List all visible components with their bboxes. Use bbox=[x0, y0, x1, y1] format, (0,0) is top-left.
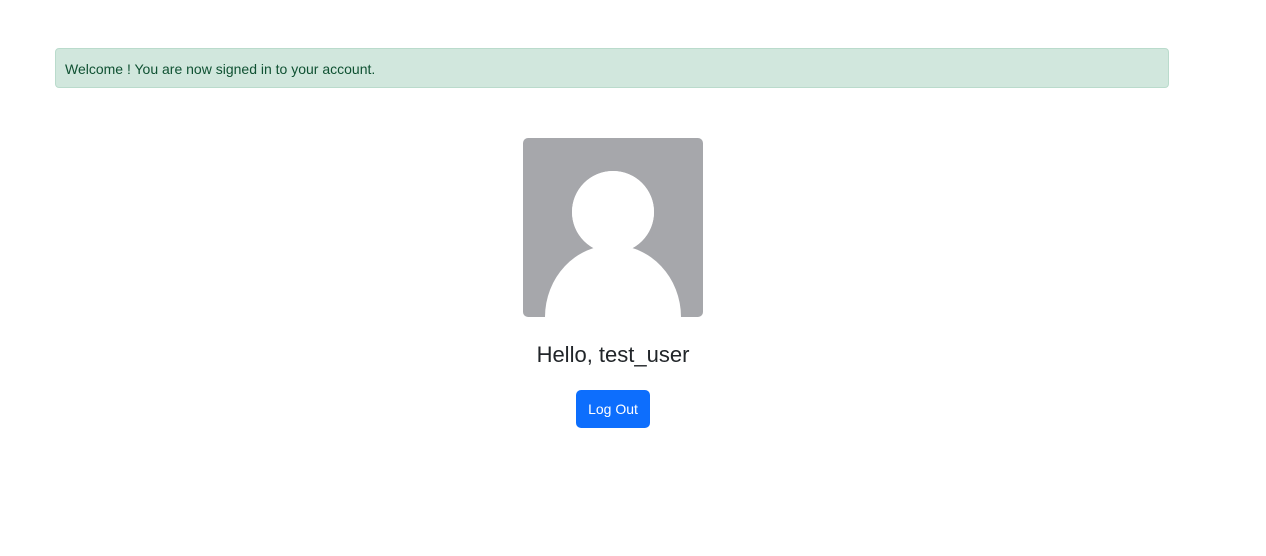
greeting-heading: Hello, test_user bbox=[536, 342, 690, 367]
welcome-alert: Welcome ! You are now signed in to your … bbox=[55, 48, 1169, 88]
log-out-button[interactable]: Log Out bbox=[576, 390, 650, 428]
user-avatar-icon bbox=[523, 138, 703, 317]
welcome-alert-message: Welcome ! You are now signed in to your … bbox=[65, 61, 376, 77]
profile-section: Hello, test_user Log Out bbox=[0, 138, 1226, 428]
